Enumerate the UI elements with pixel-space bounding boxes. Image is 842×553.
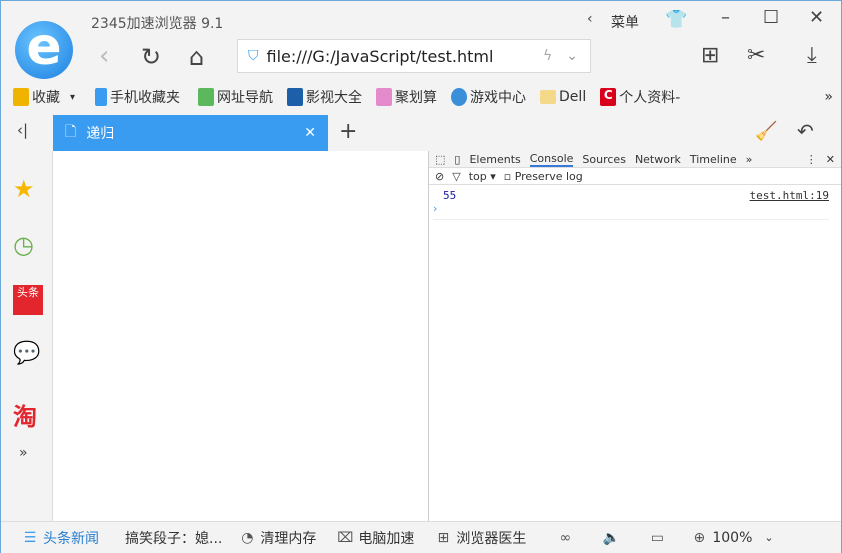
star-icon <box>13 88 29 106</box>
chevron-down-icon[interactable]: ⌄ <box>764 531 773 544</box>
taobao-icon[interactable]: 淘 <box>13 397 37 432</box>
inspect-icon[interactable]: ⬚ <box>435 153 445 166</box>
tab-active[interactable]: 🗋 递归 ✕ <box>53 115 328 151</box>
game-icon <box>451 88 468 106</box>
devtools-panel: ⬚ ▯ Elements Console Sources Network Tim… <box>429 151 841 521</box>
skin-icon[interactable]: 👕 <box>665 9 687 30</box>
console-log-row: 55 test.html:19 <box>429 185 841 202</box>
star-icon[interactable]: ★ <box>13 175 35 203</box>
kebab-menu-icon[interactable]: ⋮ <box>806 153 817 166</box>
gauge-icon: ◔ <box>241 529 254 546</box>
undo-close-icon[interactable]: ↶ <box>797 119 814 143</box>
console-toolbar: ⊘ ▽ top ▾ ▫ Preserve log <box>429 168 841 185</box>
speed-up-button[interactable]: 电脑加速 <box>358 528 414 548</box>
chevron-down-icon[interactable]: ▾ <box>70 92 75 103</box>
device-icon[interactable]: ▯ <box>454 153 460 166</box>
browser-window: e 2345加速浏览器 9.1 ‹ 菜单 👕 – ☐ ✕ ‹ ↻ ⌂ ⛉ fil… <box>0 0 842 553</box>
page-content <box>53 151 429 521</box>
context-select[interactable]: top ▾ <box>469 170 496 183</box>
chevron-down-icon[interactable]: ⌄ <box>566 48 578 64</box>
close-window-button[interactable]: ✕ <box>809 7 824 28</box>
clear-console-icon[interactable]: ⊘ <box>435 170 444 183</box>
more-tabs-icon[interactable]: » <box>746 153 753 166</box>
status-bar: ☰ 头条新闻 搞笑段子：媳... ◔ 清理内存 ⌧ 电脑加速 ⊞ 浏览器医生 ∞… <box>1 521 841 553</box>
monitor-icon: ⌧ <box>337 529 354 546</box>
close-tab-icon[interactable]: ✕ <box>304 125 316 141</box>
lightning-icon[interactable]: ϟ <box>543 48 552 64</box>
bookmark-profile[interactable]: C 个人资料- <box>600 87 680 107</box>
filter-icon[interactable]: ▽ <box>452 170 460 183</box>
zoom-level[interactable]: 100% <box>712 530 752 546</box>
joke-link[interactable]: 搞笑段子：媳... <box>125 528 222 548</box>
medkit-icon: ⊞ <box>437 529 450 546</box>
clean-memory-button[interactable]: 清理内存 <box>260 528 316 548</box>
download-icon[interactable]: ⤓ <box>807 43 817 68</box>
tab-console[interactable]: Console <box>529 152 574 167</box>
scissors-icon[interactable]: ✂ <box>747 43 765 68</box>
home-button[interactable]: ⌂ <box>189 43 204 71</box>
maximize-button[interactable]: ☐ <box>763 7 779 28</box>
bookmark-nav[interactable]: 网址导航 <box>198 87 273 107</box>
broom-icon[interactable]: 🧹 <box>755 121 777 142</box>
console-prompt[interactable]: › <box>433 202 829 220</box>
apps-icon[interactable]: ⊞ <box>701 43 719 68</box>
refresh-button[interactable]: ↻ <box>141 43 161 71</box>
window-title: 2345加速浏览器 9.1 <box>91 16 224 32</box>
bookmark-video[interactable]: 影视大全 <box>287 87 362 107</box>
sidebar: ★ ◷ 头条 💬 淘 » <box>1 151 53 521</box>
news-link[interactable]: 头条新闻 <box>43 528 99 548</box>
menu-button[interactable]: 菜单 <box>611 12 639 32</box>
more-bookmarks-icon[interactable]: » <box>824 89 833 105</box>
tab-network[interactable]: Network <box>635 153 681 166</box>
speaker-icon[interactable]: 🔈 <box>602 530 620 546</box>
url-input[interactable]: file:///G:/JavaScript/test.html <box>267 47 544 66</box>
log-source-link[interactable]: test.html:19 <box>750 189 829 202</box>
zoom-icon[interactable]: ⊕ <box>690 530 708 546</box>
bookmark-games[interactable]: 游戏中心 <box>451 87 526 107</box>
browser-doctor-button[interactable]: 浏览器医生 <box>456 528 526 548</box>
bookmarks-bar: 收藏 ▾ 手机收藏夹 网址导航 影视大全 聚划算 游戏中心 Dell C 个人资料-… <box>13 85 833 109</box>
bookmark-mobile[interactable]: 手机收藏夹 <box>95 87 180 107</box>
minimize-button[interactable]: – <box>721 7 730 28</box>
collapse-sidebar-icon[interactable]: ‹| <box>17 121 28 139</box>
devtools-tabbar: ⬚ ▯ Elements Console Sources Network Tim… <box>429 151 841 168</box>
log-value: 55 <box>443 189 457 202</box>
bookmark-juhuasuan[interactable]: 聚划算 <box>376 87 437 107</box>
close-devtools-icon[interactable]: ✕ <box>826 153 835 166</box>
news-icon[interactable]: 头条 <box>13 285 43 315</box>
juhuasuan-icon <box>376 88 393 106</box>
menu-back-icon[interactable]: ‹ <box>587 11 593 27</box>
clock-icon[interactable]: ◷ <box>13 231 34 259</box>
more-sidebar-icon[interactable]: » <box>19 445 28 461</box>
film-icon <box>287 88 304 106</box>
tab-elements[interactable]: Elements <box>469 153 520 166</box>
page-icon: 🗋 <box>65 124 77 140</box>
tab-timeline[interactable]: Timeline <box>690 153 737 166</box>
bookmark-dell[interactable]: Dell <box>540 89 586 105</box>
house-icon <box>198 88 215 106</box>
folder-icon <box>540 90 557 104</box>
back-button[interactable]: ‹ <box>99 41 109 71</box>
new-tab-button[interactable]: + <box>339 119 357 144</box>
phone-icon <box>95 88 108 106</box>
bookmark-favorites[interactable]: 收藏 ▾ <box>13 87 75 107</box>
browser-logo: e <box>15 21 73 79</box>
address-bar[interactable]: ⛉ file:///G:/JavaScript/test.html ϟ ⌄ <box>237 39 591 73</box>
preserve-log-checkbox[interactable]: ▫ Preserve log <box>504 170 583 183</box>
security-shield-icon: ⛉ <box>248 48 259 64</box>
mask-icon[interactable]: ∞ <box>556 530 574 546</box>
chat-icon[interactable]: 💬 <box>13 341 40 366</box>
screen-icon[interactable]: ▭ <box>648 530 666 546</box>
news-icon: ☰ <box>23 529 37 546</box>
c-logo-icon: C <box>600 88 617 106</box>
tab-sources[interactable]: Sources <box>582 153 626 166</box>
